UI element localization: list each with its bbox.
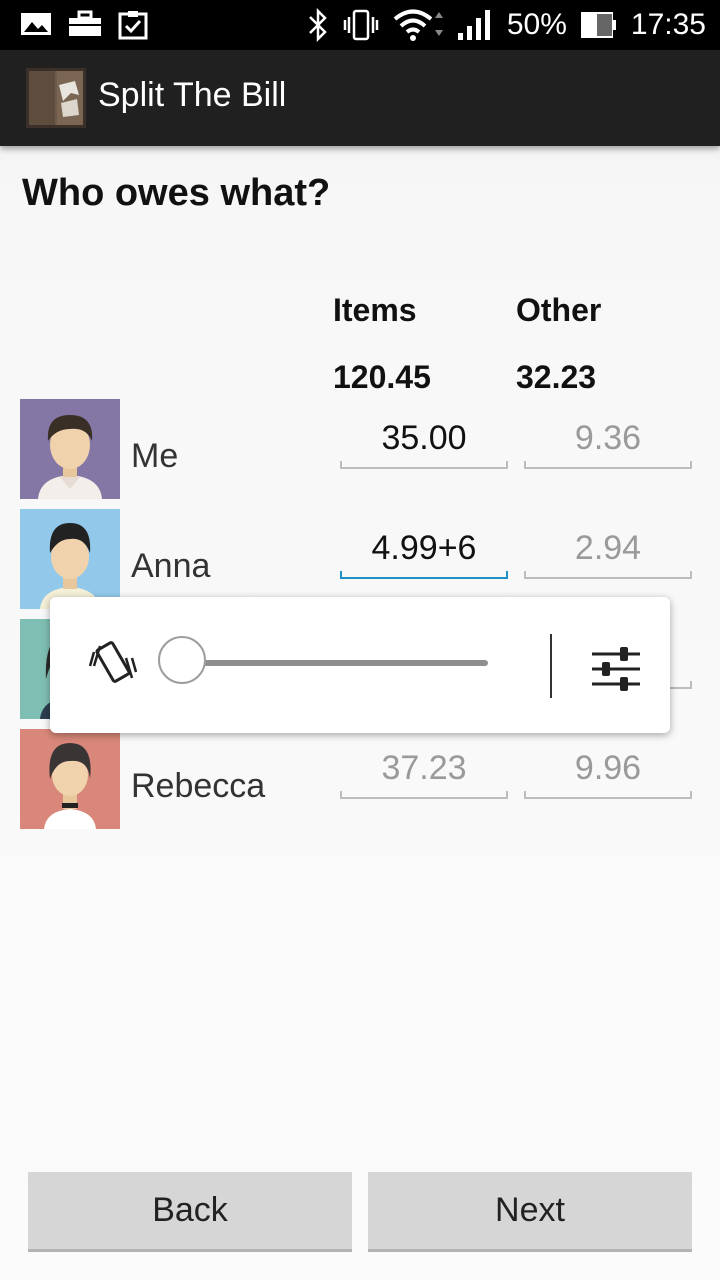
items-column-header: Items (333, 292, 417, 328)
volume-slider-track[interactable] (186, 660, 488, 666)
other-amount-value: 9.36 (574, 419, 642, 457)
items-amount-value: 4.99+6 (371, 529, 477, 567)
clock: 17:35 (630, 8, 706, 41)
action-bar: Split The Bill (0, 50, 720, 146)
battery-percent: 50% (506, 8, 567, 41)
bluetooth-icon (308, 8, 327, 42)
other-amount-value: 2.94 (574, 529, 642, 567)
clipboard-check-icon (118, 11, 148, 40)
back-button[interactable]: Back (28, 1172, 352, 1252)
person-row-me: Me 35.00 9.36 (0, 399, 720, 499)
battery-level (582, 14, 597, 36)
avatar (20, 399, 120, 499)
app-title: Split The Bill (98, 76, 287, 114)
status-bar: 50% 17:35 (0, 0, 720, 50)
items-amount-input[interactable]: 35.00 (340, 399, 508, 469)
avatar (20, 729, 120, 829)
other-total: 32.23 (516, 359, 597, 395)
gallery-icon (21, 13, 51, 35)
signal-icon (457, 10, 490, 40)
other-column-header: Other (516, 292, 602, 328)
sliders-icon[interactable] (590, 644, 642, 694)
other-amount-value: 9.96 (574, 749, 642, 787)
battery-icon (580, 12, 616, 38)
other-amount-input[interactable]: 9.36 (524, 399, 692, 469)
notification-icons (20, 10, 148, 40)
volume-slider-thumb[interactable] (158, 636, 206, 684)
items-amount-value: 35.00 (381, 419, 467, 457)
page-title: Who owes what? (22, 172, 331, 214)
person-row-anna: Anna 4.99+6 2.94 (0, 509, 720, 609)
items-total: 120.45 (333, 359, 431, 395)
person-name: Me (131, 437, 179, 475)
popup-divider (550, 634, 552, 698)
items-amount-value: 37.23 (381, 749, 467, 787)
items-amount-input[interactable]: 37.23 (340, 729, 508, 799)
items-amount-input[interactable]: 4.99+6 (340, 509, 508, 579)
person-name: Anna (131, 547, 211, 585)
vibrate-icon (343, 9, 379, 41)
app-logo-icon (26, 68, 86, 128)
person-row-rebecca: Rebecca 37.23 9.96 (0, 729, 720, 829)
other-amount-input[interactable]: 9.96 (524, 729, 692, 799)
person-name: Rebecca (131, 767, 266, 805)
next-button[interactable]: Next (368, 1172, 692, 1252)
briefcase-icon (69, 10, 101, 36)
system-icons: 50% 17:35 (307, 4, 706, 46)
wifi-icon (393, 9, 443, 41)
vibrate-icon[interactable] (88, 636, 138, 688)
avatar (20, 509, 120, 609)
other-amount-input[interactable]: 2.94 (524, 509, 692, 579)
